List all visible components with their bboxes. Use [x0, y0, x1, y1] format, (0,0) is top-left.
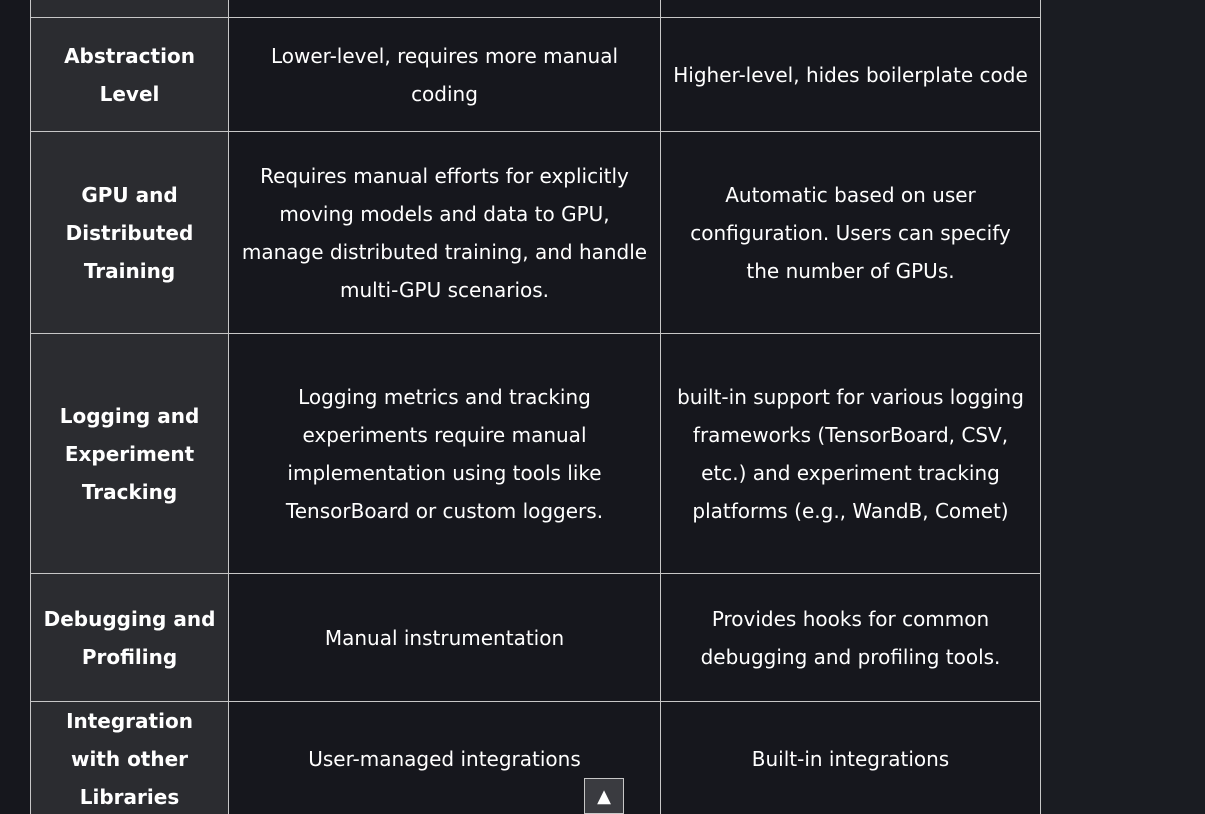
lightning-abstraction-level: Higher-level, hides boilerplate code	[660, 17, 1041, 132]
scroll-to-top-button[interactable]: ▲	[584, 778, 624, 814]
lightning-cell	[660, 0, 1041, 18]
row-header-debugging-profiling: Debugging and Profiling	[30, 573, 229, 702]
pytorch-cell	[228, 0, 661, 18]
row-header-gpu-distributed-training: GPU and Distributed Training	[30, 131, 229, 334]
table-row-abstraction-level: Abstraction Level Lower-level, requires …	[30, 17, 1041, 132]
left-margin	[0, 0, 30, 814]
up-arrow-icon: ▲	[597, 785, 611, 807]
table-row-debugging-profiling: Debugging and Profiling Manual instrumen…	[30, 573, 1041, 702]
lightning-debugging-profiling: Provides hooks for common debugging and …	[660, 573, 1041, 702]
comparison-table: Abstraction Level Lower-level, requires …	[30, 0, 1041, 814]
table-row-logging-experiment-tracking: Logging and Experiment Tracking Logging …	[30, 333, 1041, 574]
row-header-cell	[30, 0, 229, 18]
page: Abstraction Level Lower-level, requires …	[0, 0, 1205, 814]
pytorch-abstraction-level: Lower-level, requires more manual coding	[228, 17, 661, 132]
row-header-logging-experiment-tracking: Logging and Experiment Tracking	[30, 333, 229, 574]
table-row-integration-other-libraries: Integration with other Libraries User-ma…	[30, 701, 1041, 814]
right-sidebar	[1040, 0, 1205, 814]
pytorch-debugging-profiling: Manual instrumentation	[228, 573, 661, 702]
table-row-gpu-distributed-training: GPU and Distributed Training Requires ma…	[30, 131, 1041, 334]
lightning-integration-other-libraries: Built-in integrations	[660, 701, 1041, 814]
row-header-abstraction-level: Abstraction Level	[30, 17, 229, 132]
table-row-partial-top	[30, 0, 1041, 18]
pytorch-gpu-distributed-training: Requires manual efforts for explicitly m…	[228, 131, 661, 334]
row-header-integration-other-libraries: Integration with other Libraries	[30, 701, 229, 814]
lightning-gpu-distributed-training: Automatic based on user configuration. U…	[660, 131, 1041, 334]
pytorch-logging-experiment-tracking: Logging metrics and tracking experiments…	[228, 333, 661, 574]
lightning-logging-experiment-tracking: built-in support for various logging fra…	[660, 333, 1041, 574]
